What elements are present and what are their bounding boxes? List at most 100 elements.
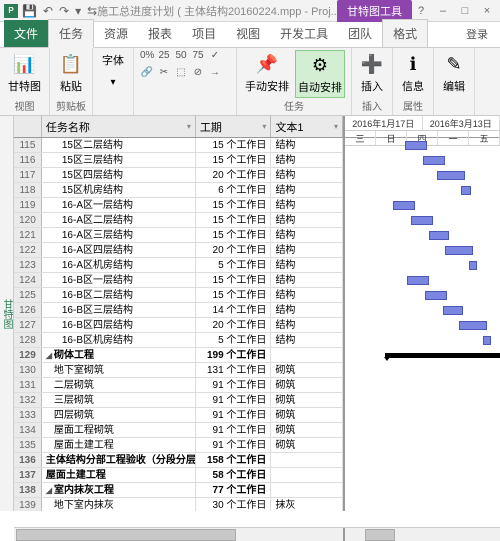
table-row[interactable]: 133四层砌筑91 个工作日砌筑 [14,408,343,423]
table-row[interactable]: 12716-B区四层结构20 个工作日结构 [14,318,343,333]
duration-cell[interactable]: 91 个工作日 [196,438,272,452]
task-name-cell[interactable]: 15区三层结构 [42,153,196,167]
task-name-cell[interactable]: 15区二层结构 [42,138,196,152]
task-name-cell[interactable]: 16-B区三层结构 [42,303,196,317]
login-link[interactable]: 登录 [458,21,496,47]
duration-cell[interactable]: 5 个工作日 [196,258,272,272]
tab-file[interactable]: 文件 [4,20,48,47]
gantt-bar[interactable] [461,186,471,195]
gantt-bar[interactable] [443,306,463,315]
redo-icon[interactable]: ↷ [59,4,69,18]
tab-view[interactable]: 视图 [226,20,270,47]
task-name-cell[interactable]: 16-A区三层结构 [42,228,196,242]
text1-cell[interactable]: 结构 [271,333,343,347]
gantt-bar[interactable] [423,156,445,165]
gantt-bar[interactable] [459,321,487,330]
gantt-bar[interactable] [407,276,429,285]
insert-button[interactable]: ➕ 插入 [358,50,386,96]
gantt-bar[interactable] [483,336,491,345]
duration-cell[interactable]: 15 个工作日 [196,213,272,227]
table-row[interactable]: 11815区机房结构6 个工作日结构 [14,183,343,198]
duration-cell[interactable]: 91 个工作日 [196,423,272,437]
task-name-cell[interactable]: 15区四层结构 [42,168,196,182]
dropdown-icon[interactable]: ▾ [334,122,338,131]
text1-cell[interactable]: 砌筑 [271,438,343,452]
task-name-cell[interactable]: 主体结构分部工程验收（分段分层） [42,453,196,467]
gantt-bar[interactable] [445,246,473,255]
respect-icon[interactable]: ⬚ [174,67,188,81]
task-name-cell[interactable]: 四层砌筑 [42,408,196,422]
task-name-cell[interactable]: 三层砌筑 [42,393,196,407]
table-row[interactable]: 11515区二层结构15 个工作日结构 [14,138,343,153]
text1-cell[interactable]: 结构 [271,288,343,302]
text1-cell[interactable]: 砌筑 [271,393,343,407]
dropdown-icon[interactable]: ▾ [187,122,191,131]
table-row[interactable]: 12416-B区一层结构15 个工作日结构 [14,273,343,288]
move-icon[interactable]: → [208,67,222,81]
gantt-bar[interactable] [393,201,415,210]
duration-cell[interactable]: 14 个工作日 [196,303,272,317]
minimize-icon[interactable]: – [434,5,452,17]
text1-cell[interactable]: 结构 [271,273,343,287]
text1-cell[interactable]: 结构 [271,183,343,197]
maximize-icon[interactable]: □ [456,5,474,17]
text1-cell[interactable]: 砌筑 [271,363,343,377]
duration-cell[interactable]: 91 个工作日 [196,393,272,407]
text1-cell[interactable]: 结构 [271,318,343,332]
col-text1[interactable]: 文本1▾ [271,116,343,137]
table-row[interactable]: 11916-A区一层结构15 个工作日结构 [14,198,343,213]
text1-cell[interactable]: 砌筑 [271,423,343,437]
duration-cell[interactable]: 20 个工作日 [196,318,272,332]
info-button[interactable]: ℹ 信息 [399,50,427,96]
table-row[interactable]: 12316-A区机房结构5 个工作日结构 [14,258,343,273]
text1-cell[interactable]: 砌筑 [271,378,343,392]
text1-cell[interactable]: 结构 [271,168,343,182]
task-name-cell[interactable]: 16-B区一层结构 [42,273,196,287]
duration-cell[interactable]: 77 个工作日 [196,483,272,497]
task-name-cell[interactable]: 16-A区机房结构 [42,258,196,272]
table-row[interactable]: 138◢室内抹灰工程77 个工作日 [14,483,343,498]
close-icon[interactable]: × [478,5,496,17]
col-name[interactable]: 任务名称▾ [42,116,196,137]
tab-report[interactable]: 报表 [138,20,182,47]
gantt-bar[interactable] [405,141,427,150]
text1-cell[interactable]: 结构 [271,303,343,317]
auto-schedule-button[interactable]: ⚙ 自动安排 [295,50,345,98]
grid-scrollbar[interactable] [14,528,345,541]
save-icon[interactable]: 💾 [22,4,37,18]
duration-cell[interactable]: 91 个工作日 [196,408,272,422]
duration-cell[interactable]: 30 个工作日 [196,498,272,511]
text1-cell[interactable] [271,483,343,497]
duration-cell[interactable]: 158 个工作日 [196,453,272,467]
duration-cell[interactable]: 15 个工作日 [196,273,272,287]
table-row[interactable]: 131二层砌筑91 个工作日砌筑 [14,378,343,393]
text1-cell[interactable]: 结构 [271,198,343,212]
pct100-icon[interactable]: ✓ [208,50,222,64]
text1-cell[interactable]: 结构 [271,243,343,257]
duration-cell[interactable]: 15 个工作日 [196,288,272,302]
duration-cell[interactable]: 58 个工作日 [196,468,272,482]
table-row[interactable]: 137屋面土建工程58 个工作日 [14,468,343,483]
duration-cell[interactable]: 5 个工作日 [196,333,272,347]
task-name-cell[interactable]: 16-A区四层结构 [42,243,196,257]
table-row[interactable]: 132三层砌筑91 个工作日砌筑 [14,393,343,408]
help-icon[interactable]: ? [412,5,430,17]
task-name-cell[interactable]: 15区机房结构 [42,183,196,197]
duration-cell[interactable]: 131 个工作日 [196,363,272,377]
tab-developer[interactable]: 开发工具 [270,20,338,47]
pct0-icon[interactable]: 0% [140,50,154,64]
gantt-chart[interactable]: 2016年1月17日 2016年3月13日 三日四一五 [345,116,500,511]
gantt-scrollbar[interactable] [345,528,500,541]
col-duration[interactable]: 工期▾ [196,116,272,137]
gantt-bar[interactable] [437,171,465,180]
duration-cell[interactable]: 20 个工作日 [196,168,272,182]
table-row[interactable]: 134屋面工程砌筑91 个工作日砌筑 [14,423,343,438]
paste-button[interactable]: 📋 粘贴 [57,50,85,96]
task-name-cell[interactable]: 地下室砌筑 [42,363,196,377]
col-id[interactable] [14,116,42,137]
task-name-cell[interactable]: 二层砌筑 [42,378,196,392]
text1-cell[interactable]: 砌筑 [271,408,343,422]
text1-cell[interactable]: 结构 [271,138,343,152]
tab-format[interactable]: 格式 [382,19,428,47]
duration-cell[interactable]: 15 个工作日 [196,138,272,152]
